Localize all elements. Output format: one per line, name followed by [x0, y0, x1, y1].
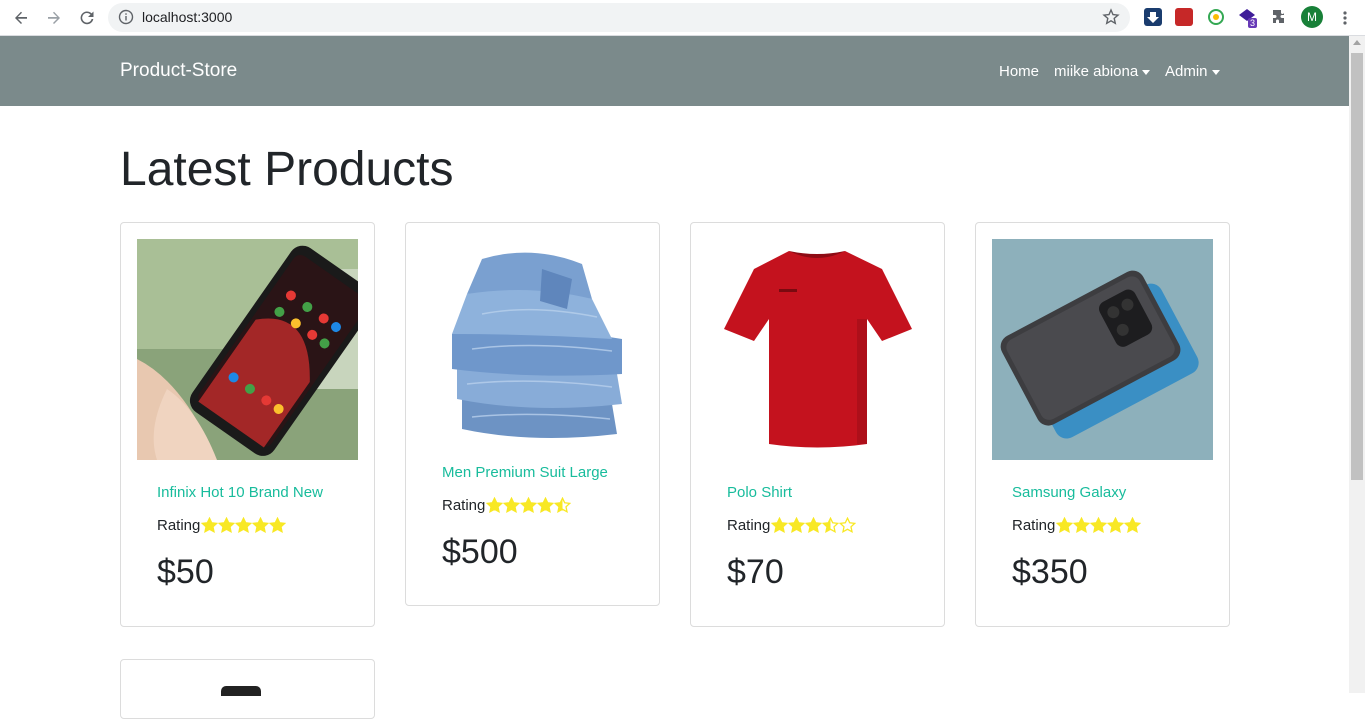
product-image[interactable] [422, 239, 643, 460]
product-name-link[interactable]: Infinix Hot 10 Brand New [157, 484, 323, 501]
nav-user-label: miike abiona [1054, 63, 1139, 80]
star-full-icon [201, 516, 219, 534]
address-bar[interactable]: localhost:3000 [108, 3, 1130, 32]
nav-home-link[interactable]: Home [999, 63, 1039, 80]
star-full-icon [788, 516, 806, 534]
product-image[interactable] [992, 239, 1213, 460]
star-full-icon [503, 496, 521, 514]
product-card: Polo Shirt Rating $70 [690, 222, 945, 627]
info-icon[interactable] [118, 9, 134, 30]
forward-icon[interactable] [42, 6, 66, 30]
back-icon[interactable] [9, 6, 33, 30]
star-half-icon [822, 516, 840, 534]
product-card: Men Premium Suit Large Rating $500 [405, 222, 660, 606]
star-full-icon [1073, 516, 1091, 534]
product-image[interactable] [137, 239, 358, 460]
extension-icon[interactable] [1175, 8, 1193, 26]
product-image[interactable] [221, 686, 261, 696]
rating-label: Rating [157, 517, 201, 534]
star-full-icon [486, 496, 504, 514]
target-extension-icon[interactable] [1207, 8, 1225, 26]
star-full-icon [269, 516, 287, 534]
puzzle-icon[interactable] [1271, 8, 1289, 26]
star-full-icon [1124, 516, 1142, 534]
product-image[interactable] [707, 239, 928, 460]
star-full-icon [805, 516, 823, 534]
star-full-icon [252, 516, 270, 534]
product-card [120, 659, 375, 719]
scrollbar-thumb[interactable] [1351, 53, 1363, 480]
product-rating: Rating [442, 496, 572, 514]
reload-icon[interactable] [75, 6, 99, 30]
star-full-icon [520, 496, 538, 514]
product-price: $50 [157, 553, 214, 591]
page-title: Latest Products [120, 143, 454, 196]
product-price: $350 [1012, 553, 1088, 591]
menu-icon[interactable] [1333, 6, 1357, 30]
star-full-icon [1056, 516, 1074, 534]
nav-admin-dropdown[interactable]: Admin [1165, 63, 1220, 80]
rating-stars [771, 516, 857, 534]
nav-admin-label: Admin [1165, 63, 1208, 80]
product-rating: Rating [157, 516, 287, 534]
star-full-icon [1090, 516, 1108, 534]
brand-link[interactable]: Product-Store [120, 60, 237, 82]
extension-with-badge-icon[interactable]: 3 [1238, 8, 1258, 28]
star-half-icon [554, 496, 572, 514]
product-card: Samsung Galaxy Rating $350 [975, 222, 1230, 627]
star-full-icon [235, 516, 253, 534]
chevron-down-icon [1211, 69, 1220, 75]
product-price: $500 [442, 533, 518, 571]
extension-badge: 3 [1248, 18, 1258, 28]
product-price: $70 [727, 553, 784, 591]
rating-label: Rating [727, 517, 771, 534]
star-empty-icon [839, 516, 857, 534]
chevron-down-icon [1142, 69, 1151, 75]
scroll-up-arrow-icon[interactable] [1353, 40, 1361, 45]
product-name-link[interactable]: Men Premium Suit Large [442, 464, 608, 481]
star-full-icon [218, 516, 236, 534]
product-rating: Rating [1012, 516, 1142, 534]
scrollbar[interactable] [1349, 36, 1365, 693]
bookmark-star-icon[interactable] [1102, 8, 1120, 31]
star-full-icon [771, 516, 789, 534]
product-name-link[interactable]: Samsung Galaxy [1012, 484, 1126, 501]
site-navbar: Product-Store Home miike abiona Admin [0, 36, 1349, 106]
nav-user-dropdown[interactable]: miike abiona [1054, 63, 1151, 80]
product-card: Infinix Hot 10 Brand New Rating $50 [120, 222, 375, 627]
browser-toolbar: localhost:3000 3 M [0, 0, 1365, 36]
download-extension-icon[interactable] [1144, 8, 1162, 26]
rating-stars [1056, 516, 1142, 534]
rating-label: Rating [442, 497, 486, 514]
url-text[interactable]: localhost:3000 [142, 9, 232, 25]
rating-label: Rating [1012, 517, 1056, 534]
rating-stars [201, 516, 287, 534]
rating-stars [486, 496, 572, 514]
product-rating: Rating [727, 516, 857, 534]
profile-avatar[interactable]: M [1301, 6, 1323, 28]
star-full-icon [537, 496, 555, 514]
star-full-icon [1107, 516, 1125, 534]
product-name-link[interactable]: Polo Shirt [727, 484, 792, 501]
